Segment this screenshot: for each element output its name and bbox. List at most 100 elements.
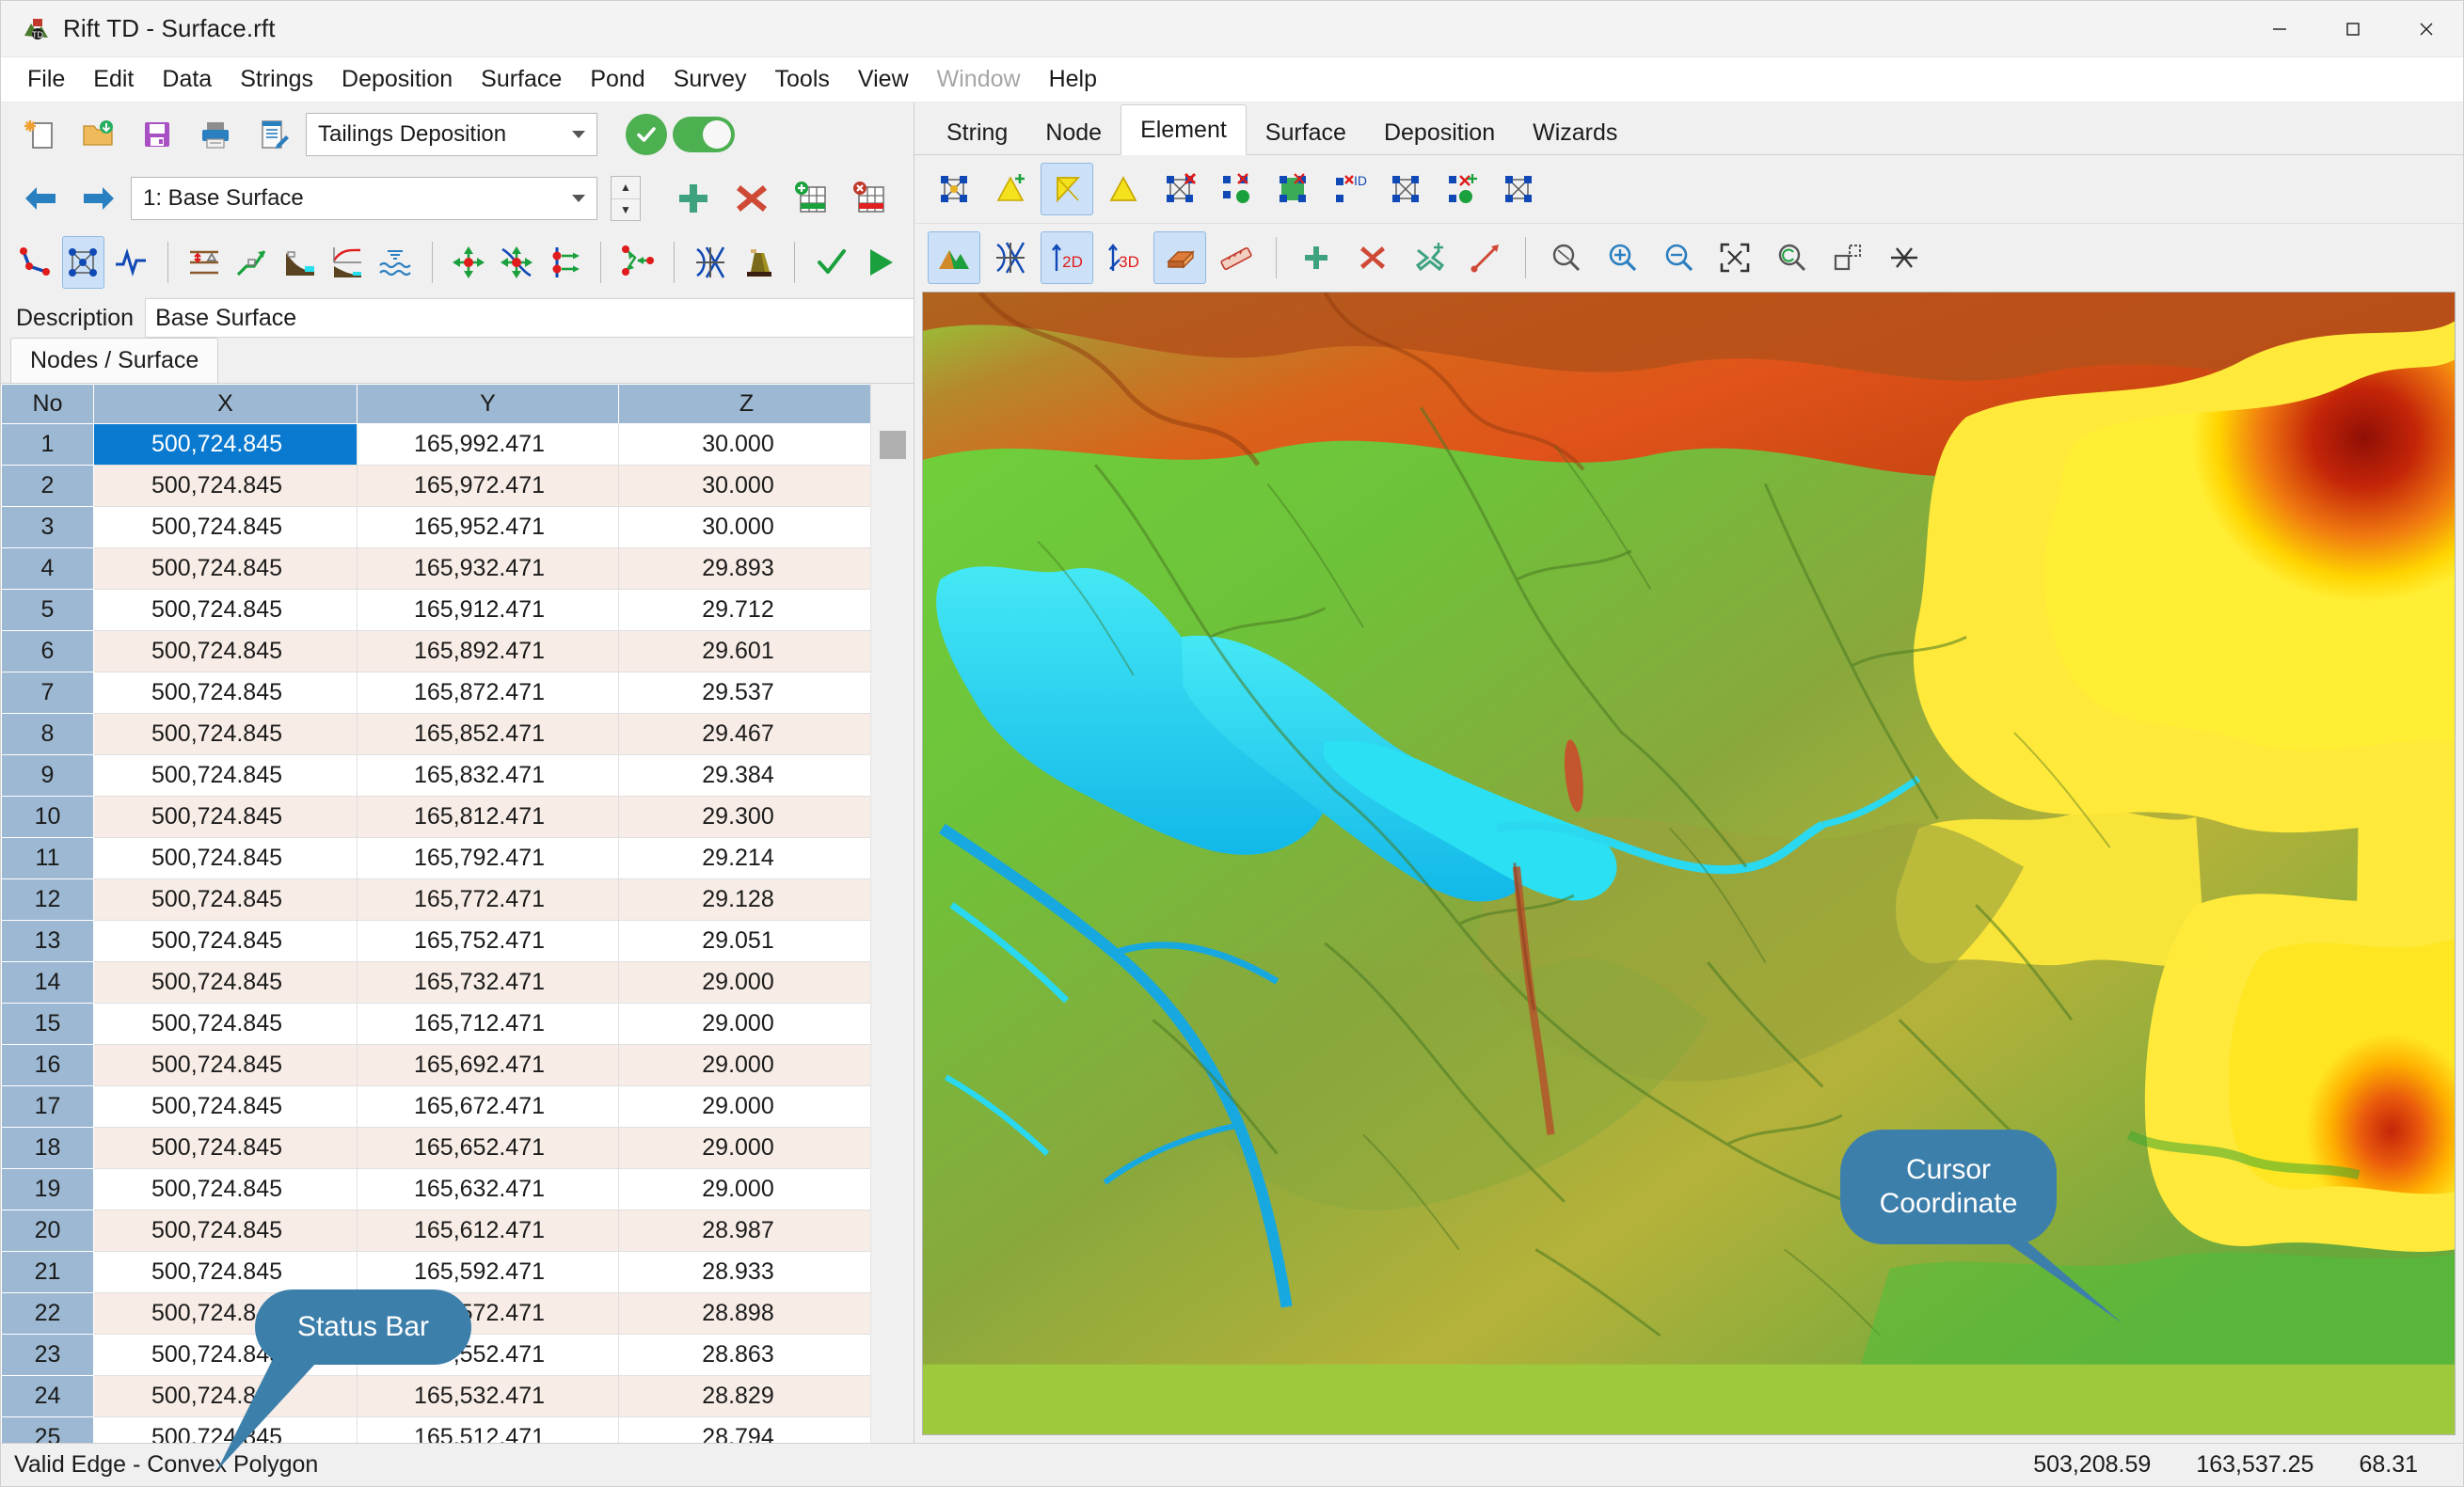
add-element-icon[interactable]: [928, 163, 980, 215]
menu-surface[interactable]: Surface: [468, 60, 575, 99]
cell-row-number[interactable]: 15: [1, 1003, 94, 1045]
table-row[interactable]: 1 500,724.845 165,992.471 30.000: [1, 423, 870, 466]
align-nodes-icon[interactable]: [543, 236, 585, 289]
cell-row-number[interactable]: 20: [1, 1210, 94, 1252]
cell-x[interactable]: 500,724.845: [93, 837, 358, 879]
ruler-measure-icon[interactable]: [1210, 231, 1263, 284]
cell-z[interactable]: 29.000: [618, 1044, 870, 1086]
cell-y[interactable]: 165,932.471: [357, 547, 619, 590]
cell-y[interactable]: 165,752.471: [357, 920, 619, 962]
cell-x[interactable]: 500,724.845: [93, 961, 358, 1004]
cell-z[interactable]: 29.128: [618, 878, 870, 921]
cell-x[interactable]: 500,724.845: [93, 1251, 358, 1293]
confirm-check-icon[interactable]: [810, 236, 852, 289]
elevation-delta-icon[interactable]: [183, 236, 225, 289]
table-row[interactable]: 7 500,724.845 165,872.471 29.537: [1, 672, 870, 714]
mirror-string-icon[interactable]: [690, 236, 732, 289]
element-id-icon[interactable]: ID: [1323, 163, 1375, 215]
cell-z[interactable]: 29.000: [618, 961, 870, 1004]
cell-y[interactable]: 165,912.471: [357, 589, 619, 631]
cell-x[interactable]: 500,724.845: [93, 1085, 358, 1128]
mirror-view-icon[interactable]: [984, 231, 1037, 284]
terrain-shade-icon[interactable]: [928, 231, 980, 284]
cell-y[interactable]: 165,792.471: [357, 837, 619, 879]
intersect-node-icon[interactable]: [495, 236, 537, 289]
cell-z[interactable]: 29.051: [618, 920, 870, 962]
cell-x[interactable]: 500,724.845: [93, 878, 358, 921]
cell-row-number[interactable]: 18: [1, 1127, 94, 1169]
cell-x[interactable]: 500,724.845: [93, 465, 358, 507]
move-point-icon[interactable]: [1403, 231, 1455, 284]
print-icon[interactable]: [189, 108, 242, 161]
scrollbar-thumb[interactable]: [879, 431, 906, 459]
zoom-previous-icon[interactable]: [1765, 231, 1818, 284]
cell-x[interactable]: 500,724.845: [93, 589, 358, 631]
cell-row-number[interactable]: 21: [1, 1251, 94, 1293]
cell-x[interactable]: 500,724.845: [93, 672, 358, 714]
cell-z[interactable]: 30.000: [618, 465, 870, 507]
table-row[interactable]: 13 500,724.845 165,752.471 29.051: [1, 920, 870, 962]
cell-row-number[interactable]: 19: [1, 1168, 94, 1210]
table-row[interactable]: 11 500,724.845 165,792.471 29.214: [1, 837, 870, 879]
table-row[interactable]: 5 500,724.845 165,912.471 29.712: [1, 589, 870, 631]
open-folder-icon[interactable]: [72, 108, 125, 161]
column-header-z[interactable]: Z: [618, 384, 870, 424]
cell-z[interactable]: 28.898: [618, 1292, 870, 1335]
element-add-point-icon[interactable]: [1436, 163, 1488, 215]
table-row[interactable]: 6 500,724.845 165,892.471 29.601: [1, 630, 870, 672]
cell-row-number[interactable]: 11: [1, 837, 94, 879]
terrain-viewport[interactable]: Cursor Coordinate: [922, 292, 2456, 1435]
cell-y[interactable]: 165,652.471: [357, 1127, 619, 1169]
split-triangle-icon[interactable]: [1041, 163, 1093, 215]
cell-y[interactable]: 165,732.471: [357, 961, 619, 1004]
menu-view[interactable]: View: [845, 60, 922, 99]
cell-z[interactable]: 29.214: [618, 837, 870, 879]
cell-z[interactable]: 28.794: [618, 1416, 870, 1443]
polyline-string-icon[interactable]: [14, 236, 56, 289]
move-node-icon[interactable]: [448, 236, 490, 289]
cell-row-number[interactable]: 9: [1, 754, 94, 797]
cell-z[interactable]: 29.384: [618, 754, 870, 797]
stepper-down[interactable]: ▼: [612, 199, 640, 221]
cell-x[interactable]: 500,724.845: [93, 630, 358, 672]
add-triangle-icon[interactable]: [984, 163, 1037, 215]
column-header-x[interactable]: X: [93, 384, 358, 424]
cell-y[interactable]: 165,852.471: [357, 713, 619, 755]
arrow-left-icon[interactable]: [14, 172, 67, 225]
node-mesh-icon[interactable]: [61, 236, 104, 289]
zoom-out-icon[interactable]: [1652, 231, 1705, 284]
table-row[interactable]: 18 500,724.845 165,652.471 29.000: [1, 1127, 870, 1169]
minimize-button[interactable]: [2243, 1, 2316, 57]
slope-arrow-icon[interactable]: [231, 236, 273, 289]
menu-survey[interactable]: Survey: [660, 60, 760, 99]
cell-x[interactable]: 500,724.845: [93, 547, 358, 590]
table-row[interactable]: 16 500,724.845 165,692.471 29.000: [1, 1044, 870, 1086]
cell-z[interactable]: 29.537: [618, 672, 870, 714]
cell-x[interactable]: 500,724.845: [93, 1044, 358, 1086]
embankment-icon[interactable]: [738, 236, 780, 289]
cell-z[interactable]: 29.893: [618, 547, 870, 590]
cell-row-number[interactable]: 24: [1, 1375, 94, 1417]
surface-index-stepper[interactable]: ▲ ▼: [611, 176, 641, 221]
add-point-icon[interactable]: [1290, 231, 1343, 284]
table-row[interactable]: 15 500,724.845 165,712.471 29.000: [1, 1003, 870, 1045]
menu-edit[interactable]: Edit: [80, 60, 147, 99]
new-document-icon[interactable]: [14, 108, 67, 161]
grid-vertical-scrollbar[interactable]: [870, 384, 914, 1443]
cell-y[interactable]: 165,692.471: [357, 1044, 619, 1086]
cell-z[interactable]: 28.829: [618, 1375, 870, 1417]
tab-node[interactable]: Node: [1026, 111, 1121, 154]
cell-y[interactable]: 165,592.471: [357, 1251, 619, 1293]
cell-z[interactable]: 28.863: [618, 1334, 870, 1376]
block-view-icon[interactable]: [1153, 231, 1206, 284]
table-row[interactable]: 10 500,724.845 165,812.471 29.300: [1, 796, 870, 838]
cell-y[interactable]: 165,712.471: [357, 1003, 619, 1045]
cell-row-number[interactable]: 3: [1, 506, 94, 548]
water-waves-icon[interactable]: [374, 236, 417, 289]
cell-x[interactable]: 500,724.845: [93, 506, 358, 548]
cell-row-number[interactable]: 6: [1, 630, 94, 672]
cell-row-number[interactable]: 1: [1, 423, 94, 466]
menu-file[interactable]: File: [14, 60, 78, 99]
cell-x[interactable]: 500,724.845: [93, 423, 358, 466]
table-row[interactable]: 3 500,724.845 165,952.471 30.000: [1, 506, 870, 548]
